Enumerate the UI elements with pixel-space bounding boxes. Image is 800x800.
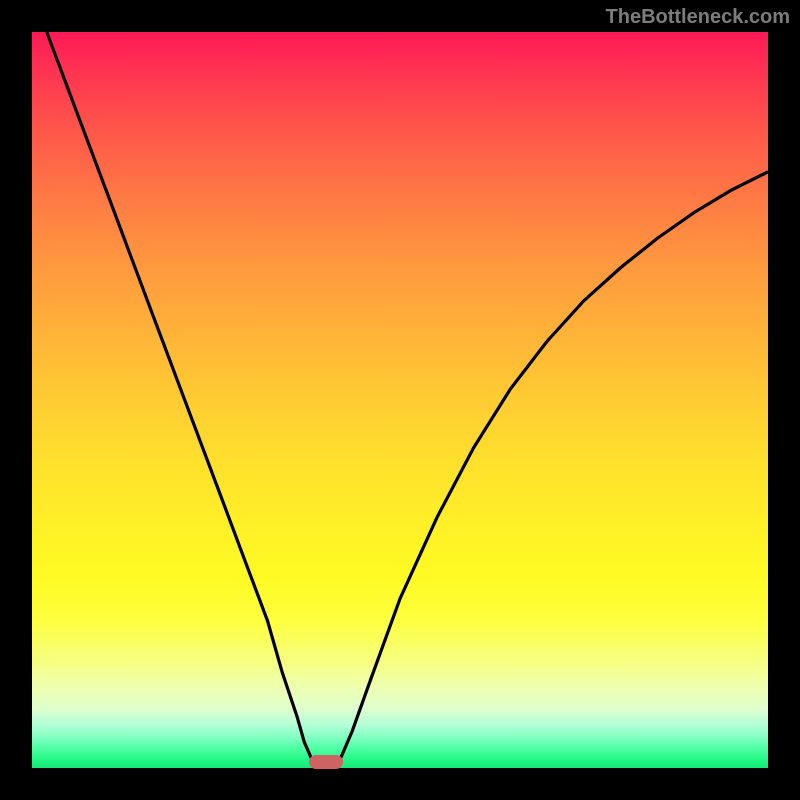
curve-left [47,32,318,768]
plot-area [32,32,768,768]
curve-right [335,172,768,768]
curve-overlay [32,32,768,768]
chart-container: TheBottleneck.com [0,0,800,800]
watermark-text: TheBottleneck.com [606,6,790,29]
optimal-marker [309,755,343,769]
